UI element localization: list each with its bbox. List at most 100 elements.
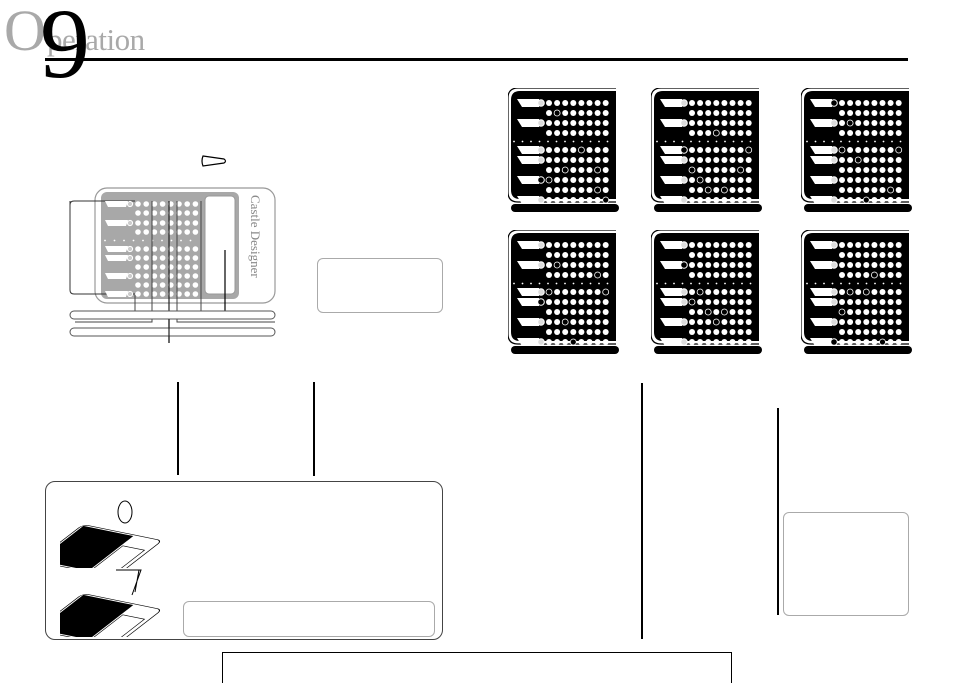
separator-dot: [741, 282, 743, 285]
board-dot: [879, 157, 886, 163]
board-dot: [705, 157, 712, 163]
hollow-dot: [704, 308, 712, 316]
board-dot: [184, 264, 190, 270]
board-dot: [721, 329, 728, 335]
board-dot: [554, 120, 561, 126]
board-dot: [689, 339, 695, 345]
board-dot: [847, 157, 854, 163]
board-dot: [847, 309, 854, 315]
board-dot: [839, 120, 845, 126]
board-dot: [855, 262, 862, 268]
board-dot: [143, 273, 149, 279]
board-dot: [895, 197, 902, 203]
active-lead-dot: [680, 146, 688, 154]
hollow-dot: [846, 119, 854, 127]
board-dot: [578, 197, 585, 203]
board-dot: [578, 319, 585, 325]
board-dot: [863, 187, 870, 193]
board-dot: [871, 177, 878, 183]
hollow-dot: [602, 288, 610, 296]
board-dot: [554, 329, 561, 335]
board-dot: [562, 177, 569, 183]
board-lead-dot: [537, 196, 545, 204]
board-dot: [578, 100, 585, 106]
board-dot: [143, 220, 149, 226]
caption-bar: [654, 346, 762, 354]
board-dot: [855, 120, 862, 126]
separator-dot: [707, 282, 709, 285]
board-lead-dot: [680, 196, 688, 204]
hollow-dot: [871, 271, 878, 279]
board-lead-dot: [830, 196, 838, 204]
board-dot: [602, 177, 609, 183]
board-dot: [578, 177, 585, 183]
separator-dot: [656, 282, 658, 285]
separator-dot: [698, 140, 701, 143]
board-dot: [855, 110, 862, 116]
board-dot: [159, 220, 166, 226]
board-dot: [143, 291, 149, 297]
board-dot: [863, 100, 870, 106]
board-dot: [135, 229, 141, 235]
board-dot: [689, 157, 695, 163]
board-dot: [697, 147, 704, 153]
board-dot: [721, 100, 728, 106]
board-dot: [570, 299, 577, 305]
board-dot: [594, 242, 601, 248]
board-dot: [745, 309, 752, 315]
board-lead-dot: [830, 119, 838, 127]
board-dot: [578, 167, 585, 173]
board-dot: [737, 147, 744, 153]
separator-dot: [656, 140, 658, 143]
board-dot: [602, 309, 609, 315]
board-dot: [713, 299, 720, 305]
board-dot: [594, 309, 601, 315]
separator-dot: [664, 282, 667, 285]
board-dot: [689, 309, 695, 315]
board-dot: [705, 272, 712, 278]
board-dot: [578, 252, 585, 258]
separator-dot: [840, 282, 842, 285]
board-tab: [810, 196, 832, 204]
board-dot: [570, 272, 577, 278]
separator-dot: [840, 140, 842, 143]
board-dot: [855, 167, 862, 173]
footer-box: [222, 652, 732, 683]
board-dot: [737, 272, 744, 278]
board-lead-dot: [126, 272, 134, 280]
board-dot: [839, 187, 845, 193]
board-dot: [546, 299, 552, 305]
board-dot: [184, 273, 190, 279]
separator-dot: [513, 282, 515, 285]
board-dot: [578, 329, 585, 335]
hollow-dot: [854, 156, 862, 164]
board-dot: [554, 319, 561, 325]
board-dot: [602, 147, 609, 153]
board-dot: [594, 177, 601, 183]
board-lead-dot: [537, 156, 545, 164]
board-dot: [570, 167, 577, 173]
board-dot: [562, 252, 569, 258]
board-dot: [745, 120, 752, 126]
board-dot: [863, 262, 870, 268]
board-lead-dot: [126, 219, 134, 227]
tilted-board-illustration: [60, 500, 161, 568]
separator-dot: [564, 140, 566, 143]
board-dot: [745, 339, 752, 345]
board-dot: [729, 289, 736, 295]
board-dot: [184, 201, 190, 207]
board-dot: [847, 252, 854, 258]
board-dot: [737, 100, 744, 106]
separator-dot: [724, 282, 726, 285]
board-lead-dot: [126, 200, 134, 208]
board-dot: [562, 110, 569, 116]
board-dot: [554, 299, 561, 305]
board-dot: [871, 289, 878, 295]
board-dot: [578, 120, 585, 126]
board-dot: [594, 100, 601, 106]
board-dot: [159, 201, 166, 207]
board-dot: [562, 309, 569, 315]
separator-dot: [170, 239, 173, 242]
board-dot: [689, 120, 695, 126]
board-dot: [135, 264, 141, 270]
